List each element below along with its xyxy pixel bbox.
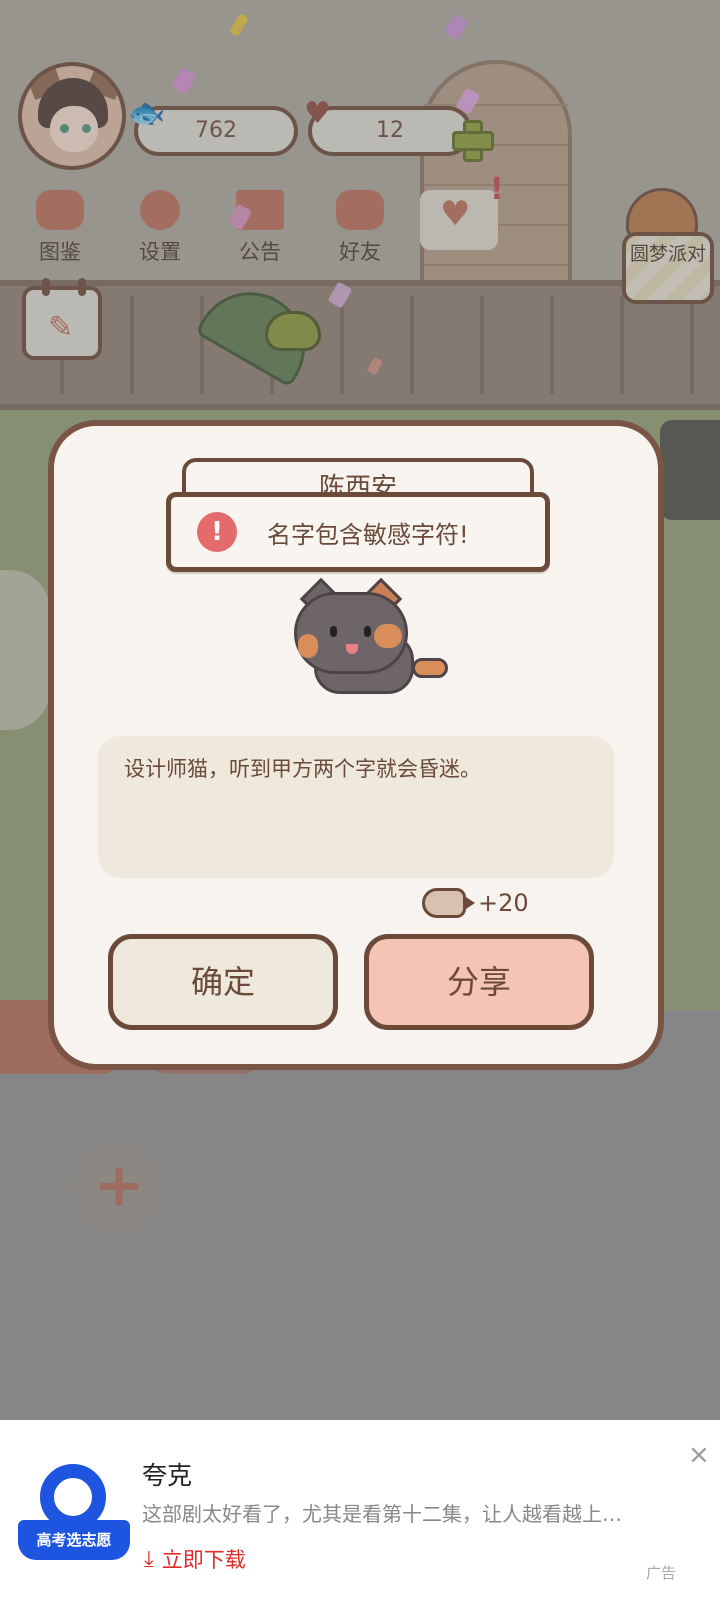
ad-title: 夸克	[142, 1461, 193, 1490]
quark-logo-tag: 高考选志愿	[18, 1520, 130, 1560]
cat-name-dialog: 陈西安 ! 名字包含敏感字符! 设计师猫，听到甲方两个字就会昏迷。 +20 确定…	[48, 420, 664, 1070]
reward-indicator: +20	[422, 888, 529, 918]
ad-label: 广告	[646, 1564, 677, 1582]
calico-cat-illustration	[294, 577, 454, 704]
error-icon: !	[197, 512, 237, 552]
download-link[interactable]: ⤓ 立即下载	[144, 1544, 246, 1574]
cat-description: 设计师猫，听到甲方两个字就会昏迷。	[124, 757, 481, 781]
download-label: 立即下载	[161, 1548, 246, 1572]
close-icon[interactable]: ×	[688, 1440, 710, 1470]
confirm-button[interactable]: 确定	[108, 934, 338, 1030]
ad-banner[interactable]: 高考选志愿 夸克 这部剧太好看了，尤其是看第十二集，让人越看越上… ⤓ 立即下载…	[0, 1420, 720, 1600]
download-icon: ⤓	[144, 1546, 154, 1572]
cat-description-box: 设计师猫，听到甲方两个字就会昏迷。	[98, 736, 614, 878]
fish-icon	[422, 888, 475, 918]
quark-logo: 高考选志愿	[18, 1464, 130, 1576]
error-message: 名字包含敏感字符!	[267, 520, 469, 549]
share-button[interactable]: 分享	[364, 934, 594, 1030]
reward-amount: +20	[478, 889, 529, 917]
error-toast: ! 名字包含敏感字符!	[166, 492, 550, 572]
ad-description: 这部剧太好看了，尤其是看第十二集，让人越看越上…	[142, 1502, 622, 1526]
